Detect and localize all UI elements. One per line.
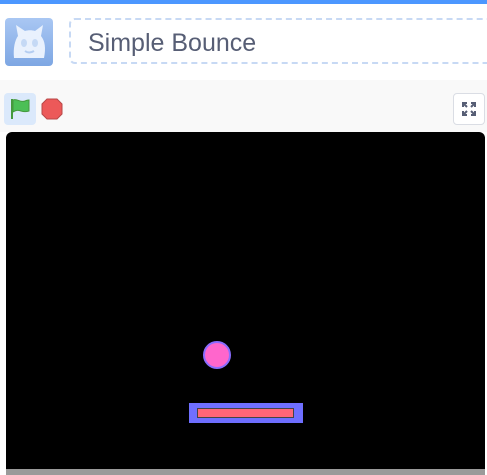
green-flag-icon [11,99,30,119]
paddle-sprite-inner [197,408,294,418]
project-header: Simple Bounce [0,4,487,80]
project-title: Simple Bounce [88,29,257,57]
stage-controls [0,80,487,132]
fullscreen-button[interactable] [453,93,485,125]
project-avatar [5,18,53,66]
stage-bottom-edge [6,469,485,475]
project-title-field[interactable]: Simple Bounce [69,18,487,64]
stop-button[interactable] [40,97,64,121]
stop-icon [41,98,63,120]
green-flag-button[interactable] [4,93,36,125]
fullscreen-icon [462,102,476,116]
game-stage[interactable] [6,132,485,475]
cat-icon [13,25,45,58]
paddle-sprite [189,403,303,423]
ball-sprite [203,341,231,369]
